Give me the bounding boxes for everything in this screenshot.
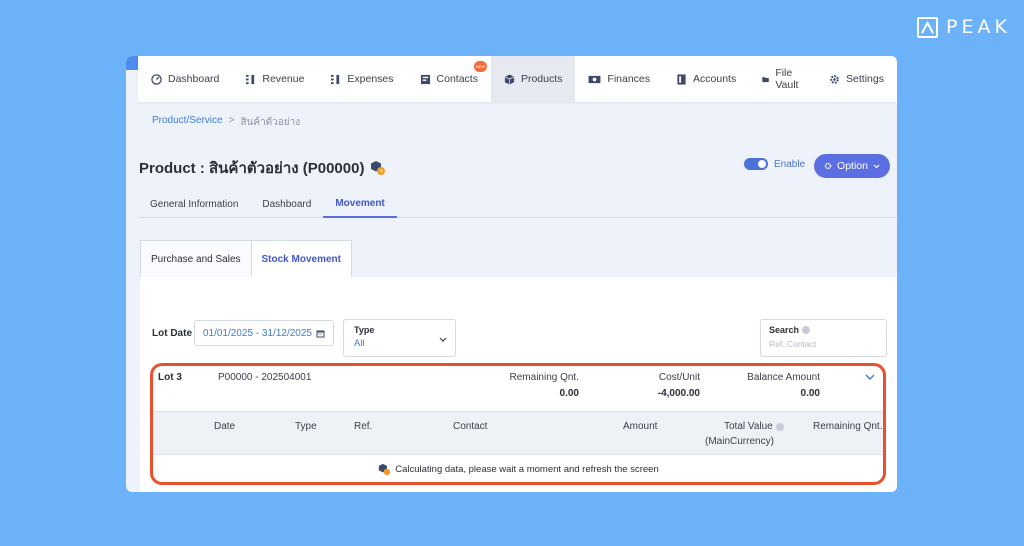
cost-label: Cost/Unit bbox=[658, 372, 700, 383]
search-placeholder: Ref.,Contact bbox=[769, 339, 817, 349]
peak-logo-icon bbox=[917, 16, 938, 38]
calendar-icon bbox=[316, 330, 325, 337]
nav-label: Contacts bbox=[436, 73, 478, 85]
option-gear-icon bbox=[824, 162, 832, 170]
help-icon bbox=[802, 326, 811, 334]
remaining-metric: Remaining Qnt. 0.00 bbox=[510, 372, 579, 399]
enable-label: Enable bbox=[774, 158, 806, 170]
nav-item-accounts[interactable]: Accounts bbox=[663, 56, 749, 102]
peak-logo: PEAK bbox=[917, 16, 1011, 38]
new-badge: NEW bbox=[473, 61, 487, 72]
inner-tabs: Purchase and Sales Stock Movement bbox=[140, 240, 352, 278]
enable-toggle-wrap: Enable bbox=[744, 158, 805, 170]
col-amount: Amount bbox=[623, 421, 658, 432]
lot-date-label: Lot Date bbox=[152, 328, 192, 339]
nav-label: Revenue bbox=[262, 73, 305, 85]
option-label: Option bbox=[837, 160, 868, 172]
nav-label: Accounts bbox=[693, 73, 737, 85]
calculating-message: Calculating data, please wait a moment a… bbox=[152, 455, 885, 484]
gear-icon bbox=[830, 74, 839, 84]
stock-movement-panel: Lot Date 01/01/2025 - 31/12/2025 Type Al… bbox=[140, 277, 897, 492]
cost-value: -4,000.00 bbox=[657, 388, 700, 399]
breadcrumb: Product/Service > สินค้าตัวอย่าง bbox=[152, 115, 300, 130]
product-box-icon bbox=[379, 463, 391, 476]
nav-label: Products bbox=[520, 73, 563, 85]
lot-panel: Lot 3 P00000 - 202504001 Remaining Qnt. … bbox=[152, 365, 885, 484]
nav-item-dashboard[interactable]: Dashboard bbox=[138, 56, 232, 102]
title-row: Product : สินค้าตัวอย่าง (P00000) bbox=[139, 156, 386, 180]
col-date: Date bbox=[214, 421, 236, 432]
balance-metric: Balance Amount 0.00 bbox=[747, 372, 820, 399]
dashboard-icon bbox=[151, 73, 162, 85]
tab-purchase-and-sales[interactable]: Purchase and Sales bbox=[140, 240, 252, 278]
lot-code: P00000 - 202504001 bbox=[218, 372, 312, 383]
lot-header[interactable]: Lot 3 P00000 - 202504001 Remaining Qnt. … bbox=[152, 365, 885, 411]
col-total-value-sub: (MainCurrency) bbox=[705, 436, 774, 447]
col-remaining: Remaining Qnt. bbox=[813, 421, 883, 432]
app-window: Dashboard Revenue Expenses Contacts NEW … bbox=[126, 56, 897, 492]
tab-stock-movement[interactable]: Stock Movement bbox=[250, 240, 352, 278]
type-value: All bbox=[354, 338, 365, 349]
nav-label: File Vault bbox=[775, 67, 799, 91]
nav-item-file-vault[interactable]: File Vault bbox=[749, 56, 816, 102]
nav-label: Expenses bbox=[347, 73, 394, 85]
lot-date-input[interactable]: 01/01/2025 - 31/12/2025 bbox=[194, 320, 334, 346]
page-title: Product : สินค้าตัวอย่าง (P00000) bbox=[139, 160, 365, 177]
finances-icon bbox=[588, 75, 601, 83]
search-input[interactable]: Search Ref.,Contact bbox=[760, 319, 887, 357]
movement-table-header: Date Type Ref. Contact Amount Total Valu… bbox=[152, 411, 885, 455]
breadcrumb-separator: > bbox=[228, 115, 235, 126]
balance-value: 0.00 bbox=[800, 388, 820, 399]
sub-tabs: General Information Dashboard Movement bbox=[138, 190, 897, 218]
accounts-icon bbox=[677, 73, 686, 85]
tab-dashboard[interactable]: Dashboard bbox=[250, 190, 323, 218]
nav-item-settings[interactable]: Settings bbox=[816, 56, 897, 102]
nav-item-products[interactable]: Products bbox=[490, 56, 576, 102]
chevron-down-icon bbox=[873, 164, 880, 168]
product-box-icon bbox=[371, 161, 386, 175]
cost-metric: Cost/Unit -4,000.00 bbox=[658, 372, 700, 399]
tab-general-information[interactable]: General Information bbox=[138, 190, 250, 218]
balance-label: Balance Amount bbox=[747, 372, 820, 383]
type-select[interactable]: Type All bbox=[343, 319, 456, 357]
chevron-down-icon[interactable] bbox=[865, 374, 875, 380]
nav-item-revenue[interactable]: Revenue bbox=[232, 56, 317, 102]
breadcrumb-link[interactable]: Product/Service bbox=[152, 115, 223, 130]
nav-label: Dashboard bbox=[168, 73, 220, 85]
contacts-icon bbox=[420, 74, 430, 84]
calculating-text: Calculating data, please wait a moment a… bbox=[395, 464, 659, 475]
col-ref: Ref. bbox=[354, 421, 373, 432]
help-icon bbox=[775, 422, 784, 431]
enable-toggle[interactable] bbox=[744, 158, 768, 170]
chevron-down-icon bbox=[439, 337, 447, 342]
nav-label: Finances bbox=[607, 73, 651, 85]
remaining-label: Remaining Qnt. bbox=[509, 372, 579, 383]
revenue-icon bbox=[246, 74, 255, 84]
lot-title: Lot 3 bbox=[158, 372, 182, 383]
expenses-icon bbox=[331, 74, 340, 84]
nav-item-finances[interactable]: Finances bbox=[575, 56, 663, 102]
remaining-value: 0.00 bbox=[559, 388, 579, 399]
tab-movement[interactable]: Movement bbox=[323, 190, 397, 218]
brand-name: PEAK bbox=[946, 16, 1011, 38]
file-vault-icon bbox=[762, 76, 770, 82]
search-label: Search bbox=[769, 325, 878, 335]
col-total-value: Total Value bbox=[724, 421, 784, 432]
col-type: Type bbox=[295, 421, 317, 432]
col-contact: Contact bbox=[453, 421, 488, 432]
type-label: Type bbox=[354, 325, 375, 335]
lot-date-value: 01/01/2025 - 31/12/2025 bbox=[203, 327, 312, 339]
nav-label: Settings bbox=[846, 73, 884, 85]
products-icon bbox=[504, 73, 515, 85]
search-label-text: Search bbox=[769, 325, 800, 335]
nav-item-expenses[interactable]: Expenses bbox=[317, 56, 406, 102]
option-button[interactable]: Option bbox=[814, 154, 890, 178]
top-nav: Dashboard Revenue Expenses Contacts NEW … bbox=[138, 56, 897, 102]
breadcrumb-current: สินค้าตัวอย่าง bbox=[240, 117, 301, 128]
col-total-value-label: Total Value bbox=[724, 421, 773, 432]
nav-item-contacts[interactable]: Contacts NEW bbox=[407, 56, 491, 102]
